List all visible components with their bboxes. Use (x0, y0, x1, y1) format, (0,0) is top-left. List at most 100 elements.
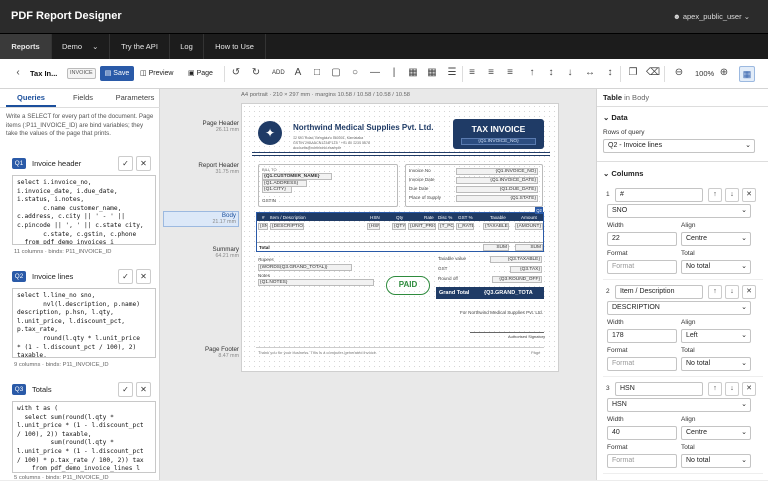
auth-signatory[interactable]: Authorised Signatory (508, 334, 545, 339)
column-total-select[interactable]: No total ⌄ (681, 454, 751, 468)
close-icon[interactable]: ✕ (136, 382, 151, 397)
column-label-input[interactable]: # (615, 188, 703, 202)
band-page-footer[interactable]: Page Footer 8.47 mm (163, 346, 239, 360)
company-email[interactable]: accounts@northwind.example (293, 146, 341, 150)
remove-column-icon[interactable]: ✕ (742, 285, 756, 299)
nav-log[interactable]: Log (170, 34, 204, 60)
column-format-input[interactable]: Format (607, 357, 677, 371)
column-label-input[interactable]: HSN (615, 382, 703, 396)
column-width-input[interactable]: 22 (607, 232, 677, 246)
duplicate-icon[interactable]: ❐ (627, 67, 639, 79)
rows-query-select[interactable]: Q2 - Invoice lines ⌄ (603, 139, 755, 153)
move-up-icon[interactable]: ↑ (708, 188, 722, 202)
summary-field[interactable]: {Q3.TAXABLE} (490, 256, 542, 263)
for-company-text[interactable]: For Northwind Medical Supplies Pvt. Ltd. (460, 310, 543, 315)
summary-label[interactable]: Taxable value (438, 256, 466, 261)
query-editor-q3[interactable]: with t as ( select sum(round(l.qty * l.u… (12, 401, 156, 473)
remove-column-icon[interactable]: ✕ (742, 188, 756, 202)
column-width-input[interactable]: 40 (607, 426, 677, 440)
company-address[interactable]: 12 MG Road, Bengaluru 560001, Karnataka (293, 136, 363, 140)
undo-icon[interactable]: ↺ (230, 67, 242, 79)
remove-column-icon[interactable]: ✕ (742, 382, 756, 396)
barcode-tool-icon[interactable]: ☰ (446, 67, 458, 79)
query-editor-q1[interactable]: select i.invoice_no, i.invoice_date, i.d… (12, 175, 156, 245)
tab-fields[interactable]: Fields (58, 89, 108, 107)
align-left-icon[interactable]: ≡ (466, 67, 478, 79)
rounded-rect-tool-icon[interactable]: ▢ (330, 67, 342, 79)
align-middle-icon[interactable]: ↕ (545, 67, 557, 79)
nav-demo[interactable]: Demo ⌄ (52, 34, 110, 60)
check-icon[interactable]: ✓ (118, 382, 133, 397)
move-up-icon[interactable]: ↑ (708, 285, 722, 299)
delete-icon[interactable]: ⌫ (646, 67, 660, 79)
align-center-icon[interactable]: ≡ (485, 67, 497, 79)
text-tool-icon[interactable]: A (292, 67, 304, 79)
ellipse-tool-icon[interactable]: ○ (349, 67, 361, 79)
a4-page[interactable]: ✦ Northwind Medical Supplies Pvt. Ltd. 1… (241, 103, 559, 372)
table-tool-icon[interactable]: ▦ (426, 67, 438, 79)
design-canvas[interactable]: A4 portrait · 210 × 297 mm · margins 10.… (160, 89, 596, 480)
amount-words-field[interactable]: {WORDS(Q3.GRAND_TOTAL)} (258, 264, 352, 271)
tab-parameters[interactable]: Parameters (110, 89, 160, 107)
line-tool-icon[interactable]: — (369, 67, 381, 79)
redo-icon[interactable]: ↻ (250, 67, 262, 79)
band-page-header[interactable]: Page Header 26.11 mm (163, 120, 239, 134)
column-field-select[interactable]: DESCRIPTION ⌄ (607, 301, 751, 315)
page-number-field[interactable]: Page (531, 350, 540, 355)
check-icon[interactable]: ✓ (118, 156, 133, 171)
column-align-select[interactable]: Left ⌄ (681, 329, 751, 343)
rupees-label[interactable]: Rupees (258, 257, 274, 262)
column-field-select[interactable]: HSN ⌄ (607, 398, 751, 412)
close-icon[interactable]: ✕ (136, 156, 151, 171)
save-button[interactable]: ▤ Save (100, 66, 134, 81)
nav-how-to-use[interactable]: How to Use (204, 34, 266, 60)
grid-toggle-icon[interactable]: ▦ (739, 66, 755, 82)
column-total-select[interactable]: No total ⌄ (681, 357, 751, 371)
invoice-lines-table[interactable]: Q2 # Item / Description HSN Qty Rate Dis… (256, 207, 544, 252)
footer-text[interactable]: Thank you for your business. This is a c… (258, 350, 377, 355)
column-total-select[interactable]: No total ⌄ (681, 260, 751, 274)
vertical-line-tool-icon[interactable]: | (388, 67, 400, 79)
paid-stamp[interactable]: PAID (386, 276, 430, 295)
band-report-header[interactable]: Report Header 31.75 mm (163, 162, 239, 176)
image-tool-icon[interactable]: ▦ (407, 67, 419, 79)
back-icon[interactable]: ‹ (12, 67, 24, 79)
tab-queries[interactable]: Queries (6, 89, 56, 107)
doc-title-box[interactable]: TAX INVOICE {Q1.INVOICE_NO} (453, 119, 544, 149)
distribute-vertical-icon[interactable]: ↕ (604, 67, 616, 79)
bill-to-box[interactable]: BILL TO {Q1.CUSTOMER_NAME} {Q1.ADDRESS} … (258, 164, 398, 207)
move-down-icon[interactable]: ↓ (725, 382, 739, 396)
column-format-input[interactable]: Format (607, 260, 677, 274)
check-icon[interactable]: ✓ (118, 269, 133, 284)
query-editor-q2[interactable]: select l.line_no sno, nvl(l.description,… (12, 288, 156, 358)
page-button[interactable]: ▣ Page (188, 66, 218, 81)
nav-reports[interactable]: Reports (0, 34, 52, 60)
close-icon[interactable]: ✕ (136, 269, 151, 284)
column-align-select[interactable]: Centre ⌄ (681, 232, 751, 246)
band-body[interactable]: Body 21.17 mm (163, 211, 239, 227)
column-format-input[interactable]: Format (607, 454, 677, 468)
columns-section-header[interactable]: ⌄ Columns (603, 169, 643, 178)
summary-label[interactable]: Round off (438, 276, 458, 281)
preview-button[interactable]: ◫ Preview (140, 66, 180, 81)
company-name[interactable]: Northwind Medical Supplies Pvt. Ltd. (293, 123, 433, 132)
summary-field[interactable]: {Q3.ROUND_OFF} (492, 276, 542, 283)
align-right-icon[interactable]: ≡ (504, 67, 516, 79)
column-align-select[interactable]: Centre ⌄ (681, 426, 751, 440)
nav-try-api[interactable]: Try the API (110, 34, 170, 60)
column-label-input[interactable]: Item / Description (615, 285, 703, 299)
rectangle-tool-icon[interactable]: □ (311, 67, 323, 79)
column-width-input[interactable]: 178 (607, 329, 677, 343)
user-menu[interactable]: ☻ apex_public_user ⌄ (673, 12, 750, 21)
invoice-meta-box[interactable]: Invoice No {Q1.INVOICE_NO} Invoice Date … (405, 164, 543, 207)
summary-field[interactable]: {Q3.TAX} (510, 266, 542, 273)
align-top-icon[interactable]: ↑ (526, 67, 538, 79)
notes-field[interactable]: {Q1.NOTES} (258, 279, 374, 286)
company-gstin[interactable]: GSTIN 29AAACN1234F1Z5 · +91 80 1234 5678 (293, 141, 370, 145)
move-down-icon[interactable]: ↓ (725, 285, 739, 299)
data-section-header[interactable]: ⌄ Data (603, 113, 628, 122)
logo-icon[interactable]: ✦ (258, 121, 282, 145)
zoom-out-icon[interactable]: ⊖ (673, 67, 685, 79)
align-bottom-icon[interactable]: ↓ (564, 67, 576, 79)
move-up-icon[interactable]: ↑ (708, 382, 722, 396)
